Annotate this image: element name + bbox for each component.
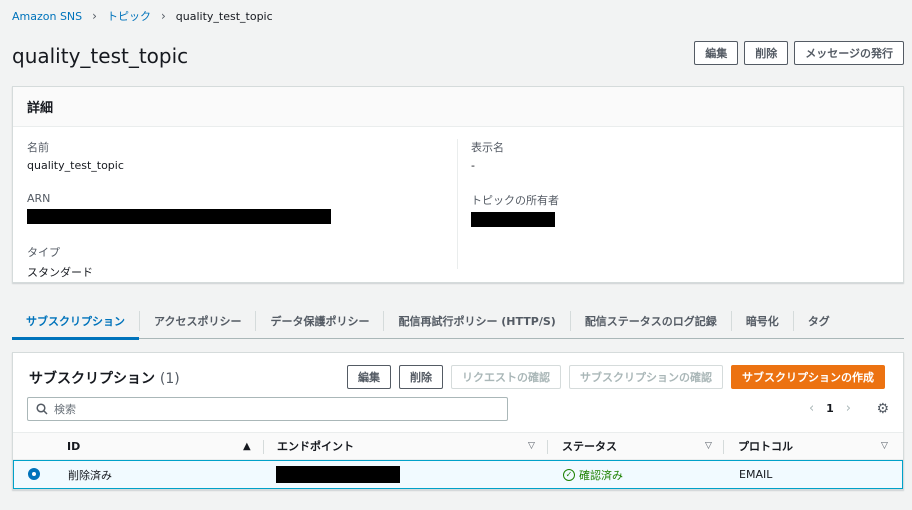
column-divider xyxy=(723,440,724,454)
subscriptions-title: サブスクリプション (1) xyxy=(29,368,180,388)
create-subscription-button[interactable]: サブスクリプションの作成 xyxy=(731,365,885,389)
name-value: quality_test_topic xyxy=(27,159,124,172)
subscription-delete-button[interactable]: 削除 xyxy=(399,365,443,389)
chevron-left-icon[interactable]: ‹ xyxy=(809,401,814,416)
owner-redacted xyxy=(471,212,555,227)
table-row[interactable]: 削除済み ✓ 確認済み EMAIL xyxy=(13,460,903,489)
row-id[interactable]: 削除済み xyxy=(68,461,112,488)
column-divider xyxy=(263,440,264,454)
subscriptions-title-text: サブスクリプション xyxy=(29,371,155,387)
current-page-number[interactable]: 1 xyxy=(826,402,834,415)
owner-label: トピックの所有者 xyxy=(471,194,559,207)
table-header: ID ▲ エンドポイント ▽ ステータス ▽ プロトコル ▽ xyxy=(13,432,903,460)
row-protocol: EMAIL xyxy=(739,468,773,481)
tab-encryption[interactable]: 暗号化 xyxy=(732,303,793,339)
pagination: ‹ 1 › xyxy=(809,401,851,416)
subscriptions-panel: サブスクリプション (1) 編集 削除 リクエストの確認 サブスクリプションの確… xyxy=(12,352,904,490)
tab-subscriptions[interactable]: サブスクリプション xyxy=(12,303,139,340)
edit-button[interactable]: 編集 xyxy=(694,41,739,65)
subscription-confirm-button[interactable]: サブスクリプションの確認 xyxy=(569,365,723,389)
chevron-right-icon: › xyxy=(160,9,166,23)
arn-label: ARN xyxy=(27,192,51,205)
tab-delivery-retry-policy[interactable]: 配信再試行ポリシー (HTTP/S) xyxy=(384,303,569,339)
breadcrumb-sns-link[interactable]: Amazon SNS xyxy=(12,10,82,23)
breadcrumb-current: quality_test_topic xyxy=(175,9,273,23)
gear-icon[interactable]: ⚙ xyxy=(876,401,889,417)
column-divider xyxy=(457,139,458,269)
details-header: 詳細 xyxy=(13,87,903,127)
row-status-text: 確認済み xyxy=(579,468,623,482)
delete-button[interactable]: 削除 xyxy=(744,41,789,65)
column-header-id[interactable]: ID xyxy=(67,432,80,460)
details-left-column: 名前 quality_test_topic ARN タイプ スタンダード xyxy=(27,139,331,296)
tab-bar: サブスクリプション アクセスポリシー データ保護ポリシー 配信再試行ポリシー (… xyxy=(12,303,904,340)
chevron-right-icon[interactable]: › xyxy=(846,401,851,416)
subscriptions-count: (1) xyxy=(159,371,180,387)
type-value: スタンダード xyxy=(27,266,93,279)
subscriptions-actions: 編集 削除 リクエストの確認 サブスクリプションの確認 サブスクリプションの作成 xyxy=(347,365,885,389)
publish-message-button[interactable]: メッセージの発行 xyxy=(794,41,904,65)
column-header-endpoint[interactable]: エンドポイント xyxy=(277,432,354,460)
breadcrumb: Amazon SNS › トピック › quality_test_topic xyxy=(12,8,273,24)
column-header-protocol[interactable]: プロトコル xyxy=(738,432,793,460)
details-panel: 詳細 名前 quality_test_topic ARN タイプ スタンダード … xyxy=(12,86,904,283)
column-divider xyxy=(547,440,548,454)
breadcrumb-topics-link[interactable]: トピック xyxy=(107,8,151,24)
type-label: タイプ xyxy=(27,246,60,259)
tab-delivery-status-logging[interactable]: 配信ステータスのログ記録 xyxy=(571,303,731,339)
tab-access-policy[interactable]: アクセスポリシー xyxy=(140,303,255,339)
column-header-status[interactable]: ステータス xyxy=(562,432,617,460)
tab-data-protection-policy[interactable]: データ保護ポリシー xyxy=(256,303,383,339)
tab-tags[interactable]: タグ xyxy=(794,303,844,339)
display-name-label: 表示名 xyxy=(471,141,504,154)
check-circle-icon: ✓ xyxy=(563,468,575,481)
top-actions: 編集 削除 メッセージの発行 xyxy=(694,41,904,65)
subscription-edit-button[interactable]: 編集 xyxy=(347,365,391,389)
arn-redacted xyxy=(27,209,331,224)
row-status: ✓ 確認済み xyxy=(563,461,623,488)
page-title: quality_test_topic xyxy=(12,44,189,68)
row-radio-button[interactable] xyxy=(28,468,40,480)
name-label: 名前 xyxy=(27,141,49,154)
search-icon xyxy=(36,403,48,415)
display-name-value: - xyxy=(471,159,475,172)
search-placeholder: 検索 xyxy=(54,403,76,416)
chevron-right-icon: › xyxy=(92,9,97,23)
search-input[interactable]: 検索 xyxy=(27,397,508,421)
details-right-column: 表示名 - トピックの所有者 xyxy=(471,139,559,243)
row-endpoint xyxy=(276,461,400,488)
endpoint-redacted xyxy=(276,466,400,483)
request-confirm-button[interactable]: リクエストの確認 xyxy=(451,365,561,389)
